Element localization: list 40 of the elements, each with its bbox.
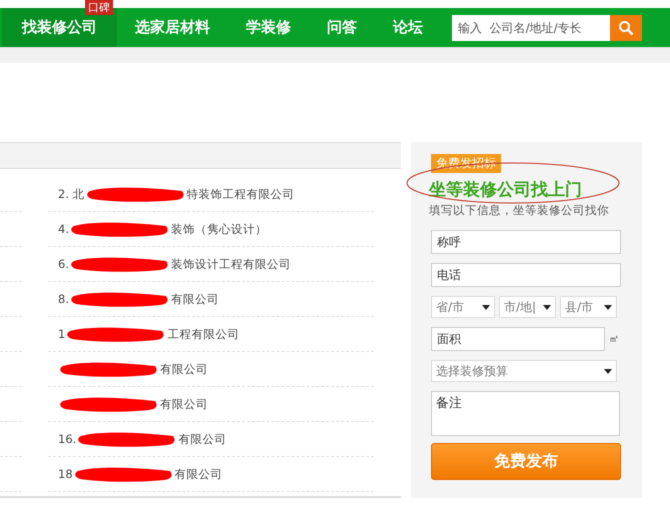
budget-select[interactable]: 选择装修预算	[431, 360, 617, 382]
badge: 口碑	[85, 0, 113, 15]
company-link[interactable]: 有限公司	[160, 362, 208, 376]
company-link[interactable]: 装饰设计工程有限公司	[170, 256, 291, 272]
form-subtitle: 填写以下信息，坐等装修公司找你	[429, 203, 610, 218]
nav-tab[interactable]: 问答	[309, 8, 375, 47]
area-field[interactable]: 面积	[431, 327, 605, 351]
company-link[interactable]: 有限公司	[174, 466, 223, 482]
company-number: 16.	[58, 432, 76, 446]
nav-tab[interactable]: 论坛	[375, 8, 441, 47]
company-link[interactable]: 有限公司	[178, 432, 226, 446]
search-button[interactable]	[610, 14, 642, 40]
text-field[interactable]: 称呼	[431, 230, 621, 254]
text-field[interactable]: 电话	[431, 263, 621, 287]
company-link[interactable]: 工程有限公司	[167, 326, 240, 342]
company-number: 4.	[58, 222, 69, 236]
company-link[interactable]: 有限公司	[160, 396, 208, 412]
nav-tab[interactable]: 选家居材料	[117, 8, 228, 47]
company-number: 6.	[58, 257, 69, 271]
company-number: 18	[58, 467, 73, 481]
dropdown-arrow-icon	[604, 368, 612, 374]
company-number: 2. 北	[58, 186, 85, 202]
dropdown-arrow-icon	[482, 304, 490, 310]
dropdown-arrow-icon	[543, 304, 551, 310]
form-title: 坐等装修公司找上门	[429, 179, 583, 201]
search-field[interactable]: 输入 公司名/地址/专长	[452, 14, 610, 40]
company-link[interactable]: 特装饰工程有限公司	[186, 186, 295, 202]
unit-label: ㎡	[609, 333, 619, 346]
region-select[interactable]: 县/市	[560, 296, 617, 318]
company-link[interactable]: 装饰（隽心设计）	[170, 222, 267, 236]
company-number: 8.	[58, 292, 69, 306]
notes-field[interactable]: 备注	[431, 391, 620, 436]
company-link[interactable]: 有限公司	[170, 292, 219, 306]
company-number: 1	[58, 327, 66, 341]
submit-button[interactable]: 免费发布	[431, 443, 621, 480]
search-icon	[618, 20, 634, 36]
region-select[interactable]: 市/地|	[499, 296, 556, 318]
region-select[interactable]: 省/市	[431, 296, 495, 318]
dropdown-arrow-icon	[604, 304, 612, 310]
nav-tab[interactable]: 学装修	[228, 8, 309, 47]
